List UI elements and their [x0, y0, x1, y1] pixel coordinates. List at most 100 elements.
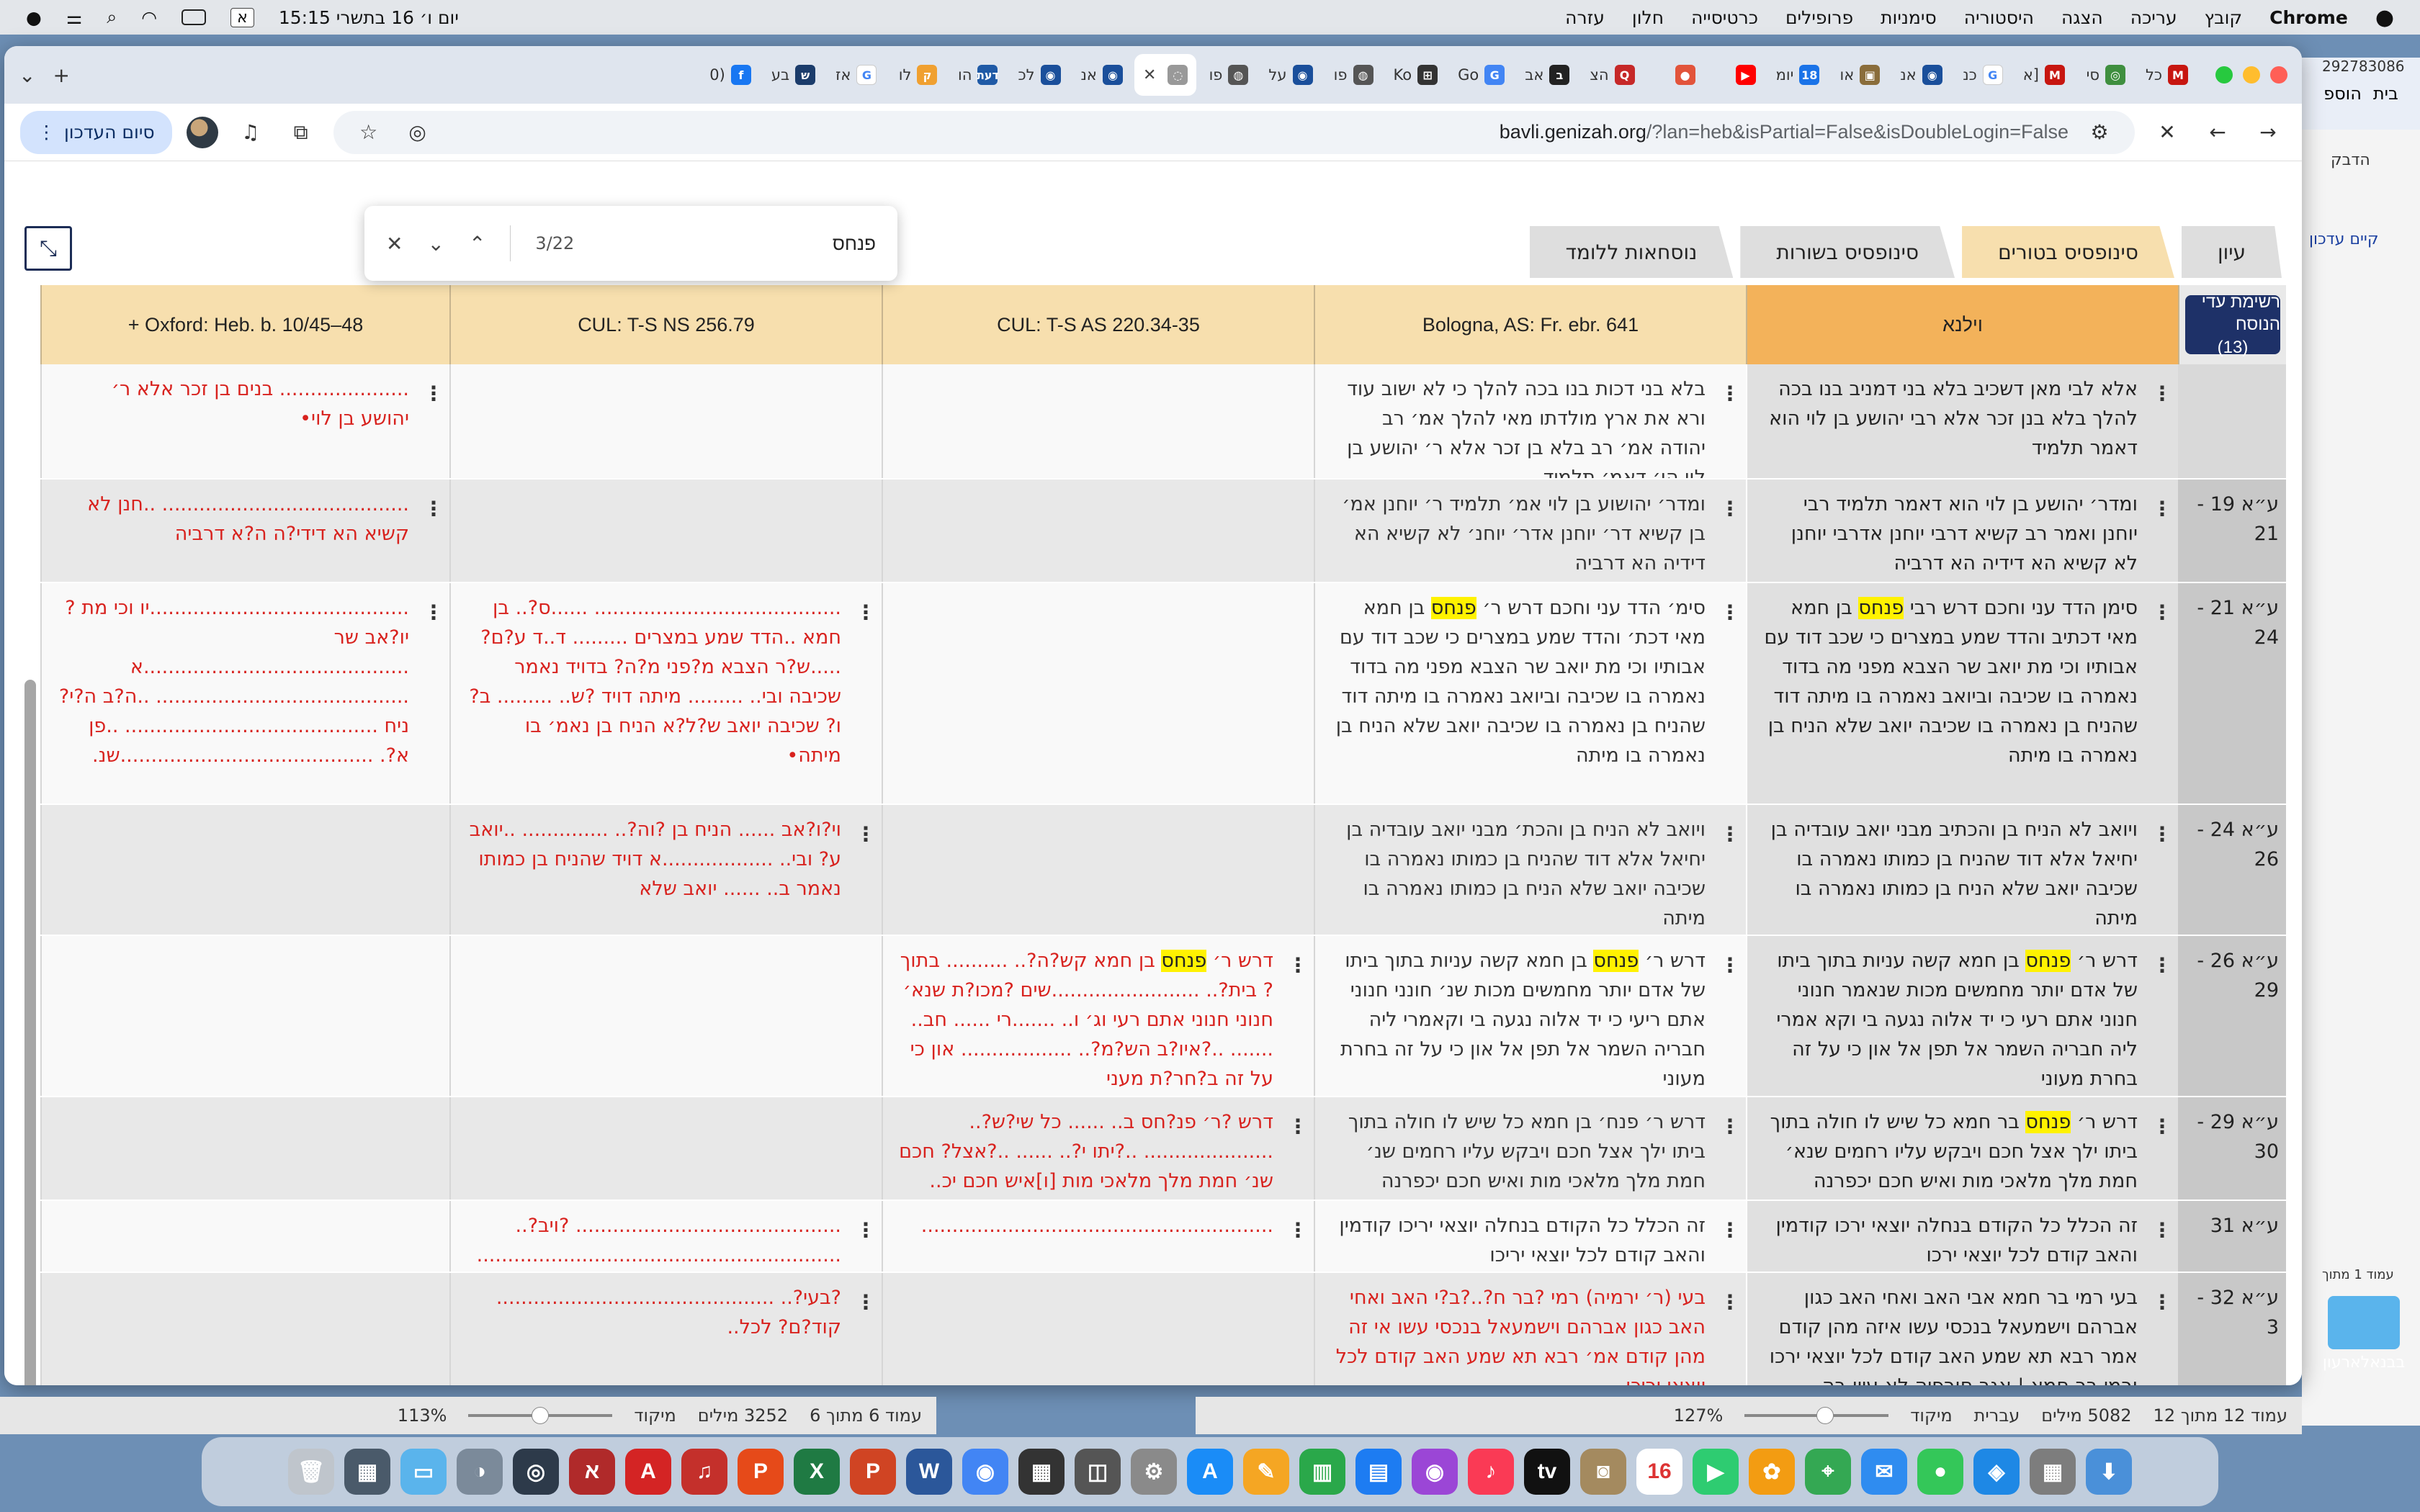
- row-reference[interactable]: [2178, 364, 2286, 478]
- tab-synopsis-columns[interactable]: סינופסיס בטורים: [1962, 226, 2174, 278]
- cell-menu-icon[interactable]: ⋮: [856, 819, 876, 849]
- address-bar[interactable]: ☆ ◎ bavli.genizah.org/?lan=heb&isPartial…: [333, 110, 2135, 154]
- browser-tab[interactable]: 18 יומ: [1767, 54, 1829, 96]
- new-tab-icon[interactable]: +: [53, 63, 69, 87]
- calculator-icon[interactable]: ▦: [1018, 1449, 1065, 1495]
- row-reference[interactable]: ע״א 29 - 30: [2178, 1097, 2286, 1200]
- battery-icon[interactable]: [182, 9, 207, 25]
- photo-icon[interactable]: ◑: [457, 1449, 503, 1495]
- bookmark-star-icon[interactable]: ☆: [351, 114, 387, 150]
- cell-menu-icon[interactable]: ⋮: [2152, 819, 2172, 849]
- tab-search-icon[interactable]: ⌄: [19, 63, 35, 87]
- word-page-count-right[interactable]: עמוד 12 מתוך 12: [2154, 1405, 2287, 1426]
- browser-tab[interactable]: ▶: [1707, 54, 1765, 96]
- trash-icon[interactable]: 🗑: [288, 1449, 334, 1495]
- cell-menu-icon[interactable]: ⋮: [424, 379, 444, 408]
- keyboard-layout-indicator[interactable]: א: [230, 7, 254, 27]
- excel-icon[interactable]: X: [794, 1449, 840, 1495]
- url-text[interactable]: bavli.genizah.org/?lan=heb&isPartial=Fal…: [449, 121, 2069, 143]
- menu-history[interactable]: היסטוריה: [1964, 7, 2034, 28]
- browser-tab[interactable]: ◉ אנ: [1072, 54, 1131, 96]
- apple-icon[interactable]: ●: [2375, 5, 2394, 30]
- browser-tab[interactable]: ◎ סי: [2076, 54, 2134, 96]
- cell-menu-icon[interactable]: ⋮: [1288, 1215, 1308, 1245]
- cell-menu-icon[interactable]: ⋮: [1720, 1112, 1740, 1141]
- acrobat-icon[interactable]: A: [625, 1449, 671, 1495]
- word-zoom-slider-right[interactable]: [1744, 1407, 1889, 1424]
- word-focus-label[interactable]: מיקוד: [634, 1405, 676, 1426]
- control-center-icon[interactable]: ⚌: [66, 7, 82, 28]
- cell-menu-icon[interactable]: ⋮: [1720, 598, 1740, 627]
- menu-file[interactable]: קובץ: [2205, 7, 2243, 28]
- vertical-scrollbar[interactable]: [24, 680, 36, 1385]
- extensions-icon[interactable]: ⧉: [283, 114, 319, 150]
- browser-tab[interactable]: ◍ פו: [1199, 54, 1257, 96]
- stop-icon[interactable]: ✕: [2149, 114, 2185, 150]
- row-reference[interactable]: ע״א 21 - 24: [2178, 583, 2286, 804]
- alef-icon[interactable]: א: [569, 1449, 615, 1495]
- paste-label[interactable]: הדבק: [2331, 151, 2370, 169]
- facetime-icon[interactable]: ▶: [1693, 1449, 1739, 1495]
- row-reference[interactable]: ע״א 31: [2178, 1201, 2286, 1272]
- cell-menu-icon[interactable]: ⋮: [1720, 494, 1740, 523]
- browser-tab[interactable]: ◌ ✕: [1134, 54, 1197, 96]
- column-header-cul-as[interactable]: CUL: T-S AS 220.34-35: [882, 285, 1314, 364]
- browser-tab[interactable]: f (0: [701, 54, 760, 96]
- cell-menu-icon[interactable]: ⋮: [856, 598, 876, 627]
- tv-icon[interactable]: tv: [1524, 1449, 1570, 1495]
- tab-readings-learner[interactable]: נוסחאות ללומד: [1529, 226, 1734, 278]
- search-icon[interactable]: ⌕: [107, 6, 117, 28]
- cell-menu-icon[interactable]: ⋮: [424, 494, 444, 523]
- browser-tab[interactable]: דעת הו: [949, 54, 1006, 96]
- zoom-window-button[interactable]: [2215, 66, 2233, 84]
- podcasts-icon[interactable]: ◉: [1412, 1449, 1458, 1495]
- cell-menu-icon[interactable]: ⋮: [2152, 494, 2172, 523]
- cell-menu-icon[interactable]: ⋮: [856, 1215, 876, 1245]
- menu-help[interactable]: עזרה: [1565, 7, 1605, 28]
- cell-menu-icon[interactable]: ⋮: [2152, 950, 2172, 980]
- cell-menu-icon[interactable]: ⋮: [1720, 819, 1740, 849]
- back-icon[interactable]: ←: [2200, 114, 2236, 150]
- browser-tab[interactable]: G אז: [827, 54, 885, 96]
- cell-menu-icon[interactable]: ⋮: [1288, 1112, 1308, 1141]
- folder-icon[interactable]: ▭: [400, 1449, 447, 1495]
- word-zoom-level-right[interactable]: 127%: [1674, 1405, 1724, 1426]
- menu-view[interactable]: הצגה: [2061, 7, 2103, 28]
- cell-menu-icon[interactable]: ⋮: [2152, 1215, 2172, 1245]
- browser-tab[interactable]: ק לו: [888, 54, 946, 96]
- cell-menu-icon[interactable]: ⋮: [1720, 379, 1740, 408]
- menu-edit[interactable]: עריכה: [2130, 7, 2177, 28]
- music-icon[interactable]: ♪: [1468, 1449, 1514, 1495]
- word-icon[interactable]: W: [906, 1449, 952, 1495]
- calendar-icon[interactable]: 16: [1636, 1449, 1682, 1495]
- zoom-knob[interactable]: [532, 1407, 550, 1424]
- word-zoom-slider[interactable]: [468, 1407, 613, 1424]
- browser-tab[interactable]: ◍ פו: [1325, 54, 1382, 96]
- photos-icon[interactable]: ✿: [1749, 1449, 1795, 1495]
- browser-tab[interactable]: ⊞ Ko: [1385, 54, 1447, 96]
- quicktime-icon[interactable]: ◎: [513, 1449, 559, 1495]
- audio-icon[interactable]: ♫: [681, 1449, 727, 1495]
- row-reference[interactable]: ע״א 24 - 26: [2178, 805, 2286, 935]
- cell-menu-icon[interactable]: ⋮: [1288, 950, 1308, 980]
- column-header-vilna[interactable]: וילנא: [1746, 285, 2178, 364]
- tab-study[interactable]: עיון: [2181, 226, 2282, 278]
- find-close-icon[interactable]: ✕: [386, 232, 403, 256]
- find-next-icon[interactable]: ⌄: [427, 232, 444, 256]
- word-word-count-right[interactable]: 5082 מילים: [2041, 1405, 2131, 1426]
- close-window-button[interactable]: [2270, 66, 2287, 84]
- menu-window[interactable]: חלון: [1632, 7, 1664, 28]
- cell-menu-icon[interactable]: ⋮: [424, 598, 444, 627]
- word-focus-label-right[interactable]: מיקוד: [1910, 1405, 1952, 1426]
- browser-tab[interactable]: ◉ על: [1260, 54, 1321, 96]
- browser-tab[interactable]: ◉ לכ: [1009, 54, 1069, 96]
- cell-menu-icon[interactable]: ⋮: [2152, 598, 2172, 627]
- browser-tab[interactable]: ●: [1646, 54, 1704, 96]
- pdf-icon[interactable]: P: [738, 1449, 784, 1495]
- downloads-icon[interactable]: ⬇: [2086, 1449, 2132, 1495]
- app-menu-chrome[interactable]: Chrome: [2269, 7, 2348, 28]
- cell-menu-icon[interactable]: ⋮: [2152, 1112, 2172, 1141]
- chrome-icon[interactable]: ◉: [962, 1449, 1008, 1495]
- close-tab-icon[interactable]: ✕: [1143, 66, 1156, 84]
- row-reference[interactable]: ע״א 26 - 29: [2178, 936, 2286, 1096]
